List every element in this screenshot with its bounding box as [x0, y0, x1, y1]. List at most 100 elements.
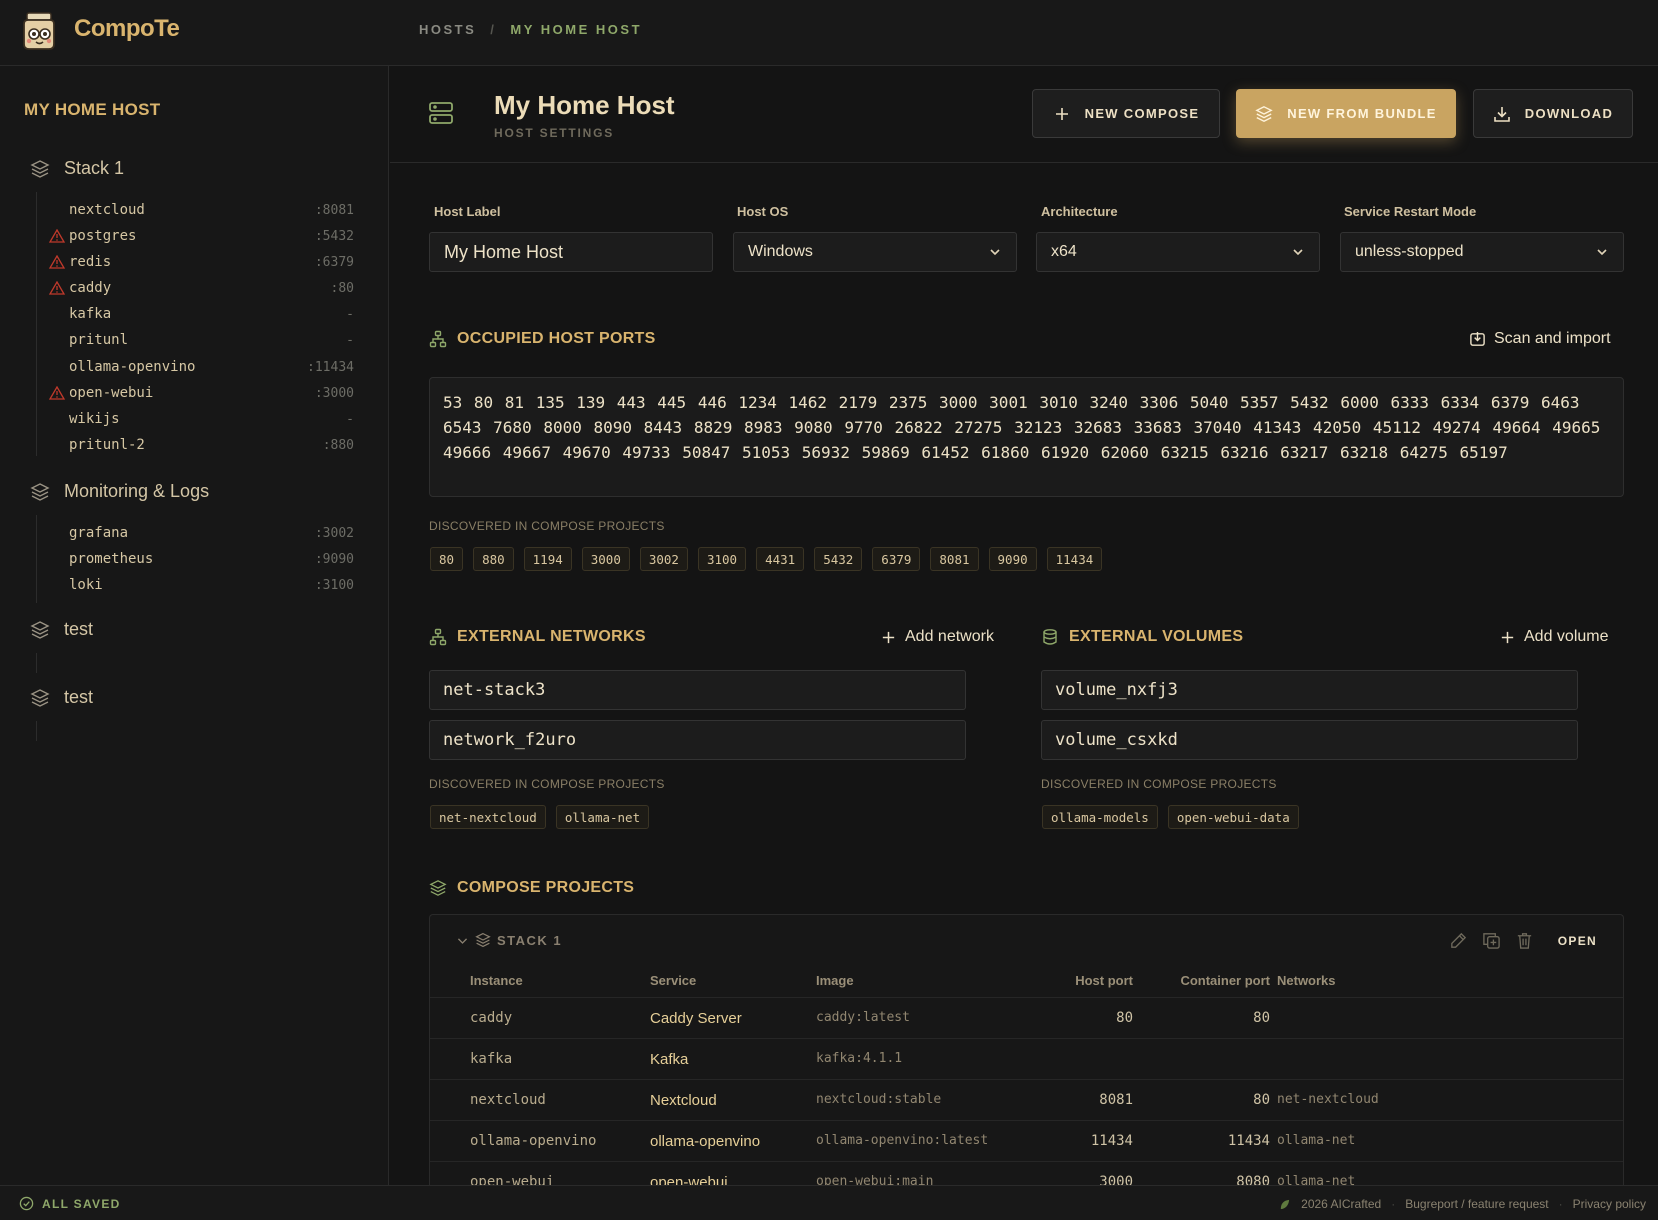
network-chip[interactable]: net-nextcloud — [430, 805, 546, 829]
add-volume-button[interactable]: Add volume — [1499, 628, 1609, 646]
import-icon — [1470, 331, 1485, 346]
new-compose-label: NEW COMPOSE — [1084, 106, 1200, 121]
layers-icon — [30, 620, 50, 639]
save-status-label: ALL SAVED — [42, 1196, 121, 1211]
volume-input[interactable]: volume_csxkd — [1041, 720, 1578, 760]
discovered-networks-list: net-nextcloud ollama-net — [430, 805, 650, 829]
port-chip[interactable]: 3002 — [639, 547, 688, 571]
copyright: 2026 AICrafted — [1301, 1197, 1382, 1211]
database-icon — [1043, 629, 1057, 645]
column-header-service[interactable]: Service — [650, 973, 696, 988]
volume-input[interactable]: volume_nxfj3 — [1041, 670, 1578, 710]
service-name: caddy — [69, 280, 112, 296]
open-project-button[interactable]: OPEN — [1558, 934, 1597, 948]
breadcrumb-hosts[interactable]: HOSTS — [419, 22, 476, 37]
port-chip[interactable]: 5432 — [814, 547, 863, 571]
sidebar-service-kafka[interactable]: kafka - — [48, 303, 354, 325]
host-label-input[interactable]: My Home Host — [429, 232, 713, 272]
sidebar-service-pritunl-2[interactable]: pritunl-2:880 — [48, 434, 354, 456]
architecture-select[interactable]: x64 — [1036, 232, 1320, 272]
host-os-label: Host OS — [737, 204, 789, 219]
footer-links: 2026 AICrafted · Bugreport / feature req… — [1278, 1197, 1646, 1211]
project-toolbar: OPEN — [1449, 931, 1597, 950]
service-name: nextcloud — [69, 202, 145, 218]
sidebar-service-redis[interactable]: redis:6379 — [48, 251, 354, 273]
table-row[interactable]: ollama-openvino ollama-openvino ollama-o… — [430, 1120, 1623, 1161]
warning-slot — [48, 578, 66, 592]
download-button[interactable]: DOWNLOAD — [1473, 89, 1633, 138]
table-row[interactable]: caddy Caddy Server caddy:latest 80 80 — [430, 997, 1623, 1038]
network-chip[interactable]: ollama-net — [555, 805, 650, 829]
cell-host-port: 8081 — [1099, 1092, 1133, 1108]
column-header-container-port[interactable]: Container port — [1165, 973, 1270, 988]
volume-chip[interactable]: ollama-models — [1042, 805, 1158, 829]
service-port: :6379 — [314, 254, 354, 270]
column-header-host-port[interactable]: Host port — [1053, 973, 1133, 988]
warning-triangle-icon — [48, 386, 66, 400]
service-port: :80 — [330, 280, 354, 296]
cell-instance: caddy — [470, 1010, 513, 1026]
warning-slot — [48, 526, 66, 540]
host-label-value: My Home Host — [444, 241, 564, 262]
table-row[interactable]: nextcloud Nextcloud nextcloud:stable 808… — [430, 1079, 1623, 1120]
port-chip[interactable]: 880 — [473, 547, 514, 571]
add-network-button[interactable]: Add network — [880, 628, 994, 646]
download-icon — [1493, 106, 1510, 122]
sidebar-group-monitoring-logs[interactable]: Monitoring & Logs — [30, 481, 209, 502]
trash-icon[interactable] — [1515, 931, 1534, 950]
sidebar-service-nextcloud[interactable]: nextcloud:8081 — [48, 199, 354, 221]
scan-and-import-button[interactable]: Scan and import — [1469, 330, 1611, 348]
network-input[interactable]: net-stack3 — [429, 670, 966, 710]
warning-slot — [48, 438, 66, 452]
sidebar-service-wikijs[interactable]: wikijs - — [48, 408, 354, 430]
discovered-ports-list: 80 880 1194 3000 3002 3100 4431 5432 637… — [430, 547, 1103, 571]
sidebar-service-open-webui[interactable]: open-webui:3000 — [48, 382, 354, 404]
warning-slot — [48, 333, 66, 347]
sidebar-service-pritunl[interactable]: pritunl - — [48, 329, 354, 351]
port-chip[interactable]: 6379 — [872, 547, 921, 571]
port-chip[interactable]: 3100 — [697, 547, 747, 571]
scan-and-import-label: Scan and import — [1494, 330, 1611, 347]
new-compose-button[interactable]: NEW COMPOSE — [1032, 89, 1220, 138]
port-chip[interactable]: 4431 — [756, 547, 805, 571]
occupied-ports-list[interactable]: 53 80 81 135 139 443 445 446 1234 1462 2… — [429, 377, 1624, 497]
sidebar-group-test[interactable]: test — [30, 619, 93, 640]
column-header-instance[interactable]: Instance — [470, 973, 523, 988]
sidebar-group-test-2[interactable]: test — [30, 687, 93, 708]
network-input[interactable]: network_f2uro — [429, 720, 966, 760]
app-name[interactable]: CompoTe — [74, 15, 180, 43]
top-bar: CompoTe HOSTS / MY HOME HOST — [0, 0, 1658, 66]
port-chip[interactable]: 3000 — [581, 547, 630, 571]
port-chip[interactable]: 11434 — [1046, 547, 1103, 571]
logo-icon[interactable] — [18, 10, 60, 52]
sidebar-service-loki[interactable]: loki:3100 — [48, 574, 354, 596]
edit-icon[interactable] — [1449, 931, 1468, 950]
project-toggle[interactable]: STACK 1 — [456, 932, 562, 948]
table-row[interactable]: kafka Kafka kafka:4.1.1 — [430, 1038, 1623, 1079]
port-chip[interactable]: 9090 — [988, 547, 1037, 571]
page-subtitle: HOST SETTINGS — [494, 126, 615, 140]
column-header-image[interactable]: Image — [816, 973, 854, 988]
layers-icon — [475, 932, 491, 948]
new-from-bundle-button[interactable]: NEW FROM BUNDLE — [1236, 89, 1456, 138]
host-os-select[interactable]: Windows — [733, 232, 1017, 272]
restart-mode-select[interactable]: unless-stopped — [1340, 232, 1624, 272]
bugreport-link[interactable]: Bugreport / feature request — [1405, 1197, 1548, 1211]
sidebar-group-line — [36, 192, 37, 456]
service-name: kafka — [69, 306, 112, 322]
chevron-down-icon — [457, 937, 468, 944]
privacy-policy-link[interactable]: Privacy policy — [1573, 1197, 1646, 1211]
sidebar-service-caddy[interactable]: caddy :80 — [48, 277, 354, 299]
chevron-down-icon — [990, 249, 1000, 256]
volume-chip[interactable]: open-webui-data — [1167, 805, 1299, 829]
sidebar-service-ollama-openvino[interactable]: ollama-openvino:11434 — [48, 356, 354, 378]
port-chip[interactable]: 1194 — [523, 547, 572, 571]
sidebar-service-prometheus[interactable]: prometheus:9090 — [48, 548, 354, 570]
sidebar-group-stack-1[interactable]: Stack 1 — [30, 158, 124, 179]
sidebar-service-grafana[interactable]: grafana:3002 — [48, 522, 354, 544]
duplicate-icon[interactable] — [1482, 931, 1501, 950]
port-chip[interactable]: 80 — [430, 547, 464, 571]
port-chip[interactable]: 8081 — [930, 547, 979, 571]
sidebar-service-postgres[interactable]: postgres:5432 — [48, 225, 354, 247]
column-header-networks[interactable]: Networks — [1277, 973, 1336, 988]
